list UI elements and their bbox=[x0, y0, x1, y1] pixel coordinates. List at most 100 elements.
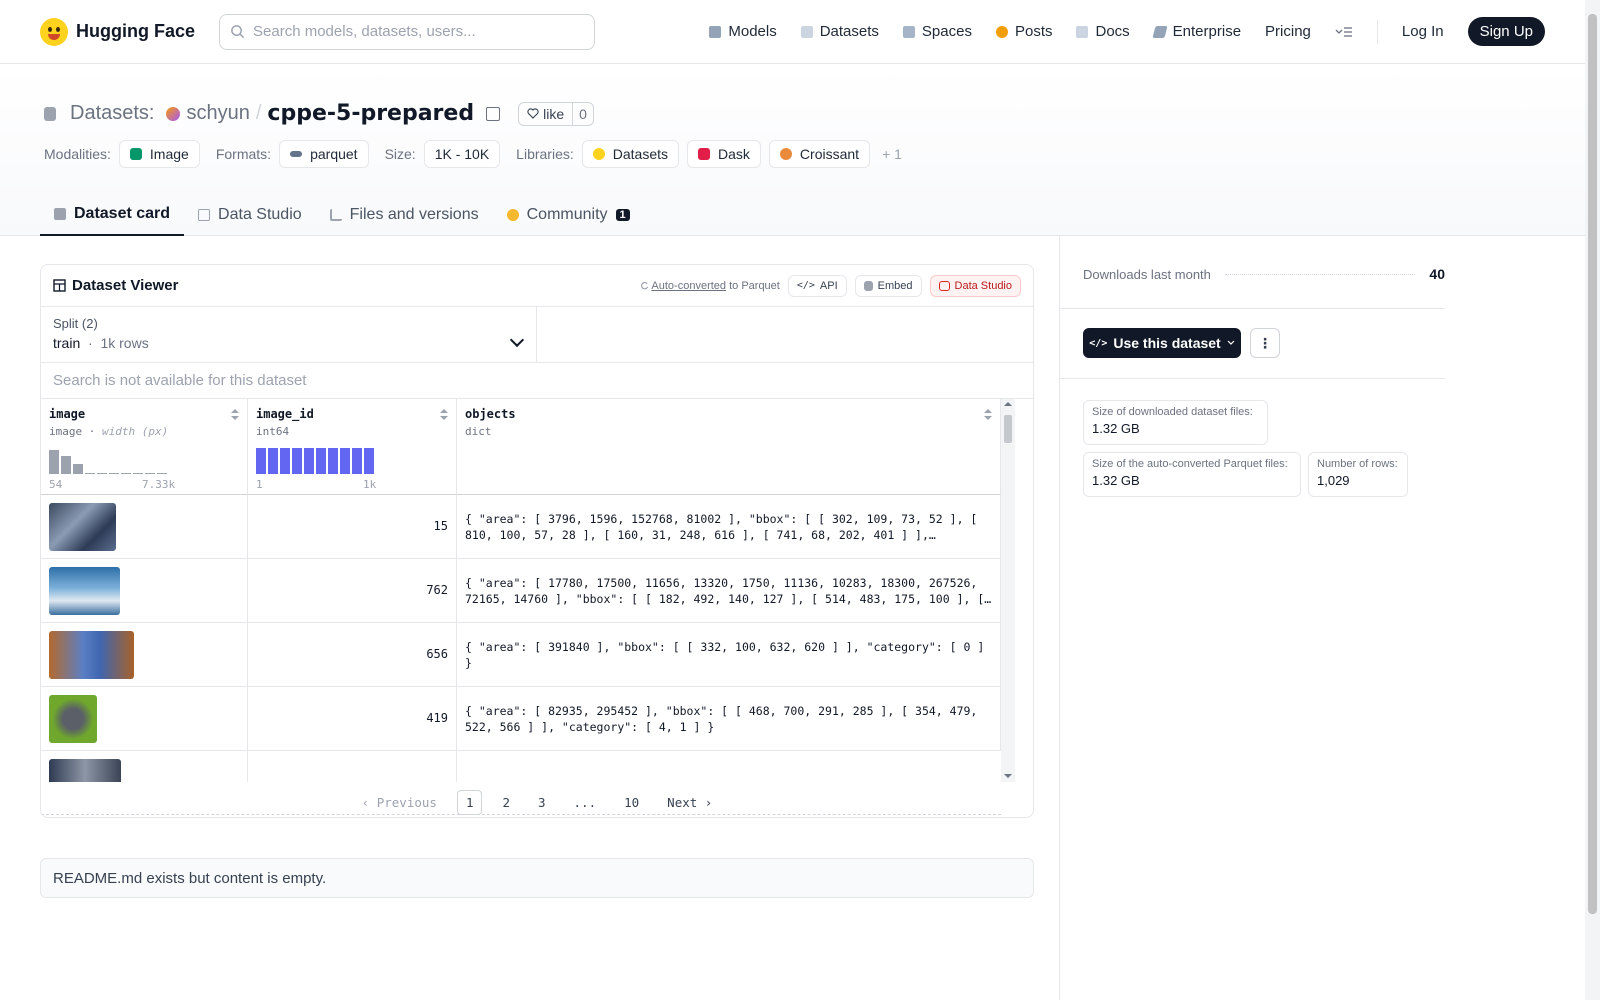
histogram-bar[interactable] bbox=[145, 473, 155, 474]
histogram-bar[interactable] bbox=[280, 448, 290, 474]
community-count-badge: 1 bbox=[615, 209, 630, 221]
next-page-button[interactable]: Next › bbox=[659, 791, 720, 814]
sort-icon[interactable] bbox=[440, 409, 448, 421]
column-name: image bbox=[49, 407, 86, 421]
histogram-bar[interactable] bbox=[109, 473, 119, 474]
downloads-value: 40 bbox=[1429, 266, 1445, 282]
scroll-up-icon[interactable] bbox=[1004, 402, 1012, 406]
split-label: Split (2) bbox=[53, 316, 98, 331]
sort-icon[interactable] bbox=[984, 409, 992, 421]
histogram-bar[interactable] bbox=[133, 473, 143, 474]
histogram-bar[interactable] bbox=[316, 448, 326, 474]
nav-docs[interactable]: Docs bbox=[1076, 23, 1130, 40]
nav-posts[interactable]: Posts bbox=[995, 23, 1052, 40]
tab-files[interactable]: Files and versions bbox=[316, 194, 493, 236]
dataset-name[interactable]: cppe-5-prepared bbox=[267, 101, 474, 126]
histogram-bar[interactable] bbox=[268, 448, 278, 474]
nav-datasets[interactable]: Datasets bbox=[800, 23, 879, 40]
nav-spaces-label: Spaces bbox=[921, 23, 972, 40]
datasets-prefix[interactable]: Datasets: bbox=[70, 102, 154, 125]
row-thumbnail[interactable] bbox=[49, 503, 116, 551]
more-options-icon[interactable]: ⋮ bbox=[1250, 328, 1280, 358]
image-cell[interactable] bbox=[41, 495, 248, 559]
page-button[interactable]: 2 bbox=[494, 791, 518, 814]
table-row[interactable]: 15 { "area": [ 3796, 1596, 152768, 81002… bbox=[41, 495, 1001, 559]
image-cell[interactable] bbox=[41, 623, 248, 687]
column-header-image-id[interactable]: image_id int64 1 1k bbox=[248, 399, 457, 495]
row-thumbnail[interactable] bbox=[49, 631, 134, 679]
column-header-image[interactable]: image image · width (px) 54 7.33k bbox=[41, 399, 248, 495]
histogram-bar[interactable] bbox=[364, 448, 374, 474]
nav-spaces[interactable]: Spaces bbox=[902, 23, 972, 40]
more-libraries[interactable]: + 1 bbox=[882, 146, 902, 162]
scroll-thumb[interactable] bbox=[1004, 415, 1012, 443]
nav-pricing[interactable]: Pricing bbox=[1265, 23, 1311, 40]
pagination: ‹ Previous 1 2 3 ... 10 Next › bbox=[40, 786, 1034, 818]
histogram-bar[interactable] bbox=[97, 473, 107, 474]
histogram-bar[interactable] bbox=[85, 473, 95, 474]
table-row[interactable]: 656 { "area": [ 391840 ], "bbox": [ [ 33… bbox=[41, 623, 1001, 687]
image-cell[interactable] bbox=[41, 559, 248, 623]
page-scrollbar[interactable] bbox=[1585, 0, 1600, 1000]
table-row[interactable]: 419 { "area": [ 82935, 295452 ], "bbox":… bbox=[41, 687, 1001, 751]
copy-icon[interactable] bbox=[486, 106, 501, 121]
owner-link[interactable]: schyun bbox=[186, 102, 249, 125]
histogram-bar[interactable] bbox=[121, 473, 131, 474]
page-button[interactable]: 1 bbox=[456, 789, 483, 815]
tag-format[interactable]: parquet bbox=[279, 140, 369, 168]
nav-models[interactable]: Models bbox=[709, 23, 777, 40]
search-input[interactable]: Search models, datasets, users... bbox=[219, 13, 596, 50]
like-button[interactable]: like 0 bbox=[518, 101, 594, 126]
sort-icon[interactable] bbox=[231, 409, 239, 421]
data-studio-button[interactable]: Data Studio bbox=[929, 274, 1021, 297]
histogram-bar[interactable] bbox=[292, 448, 302, 474]
table-row[interactable]: 762 { "area": [ 17780, 17500, 11656, 133… bbox=[41, 559, 1001, 623]
image-icon bbox=[129, 148, 142, 160]
image-cell[interactable] bbox=[41, 751, 248, 782]
brand-logo[interactable]: Hugging Face bbox=[40, 17, 195, 46]
row-thumbnail[interactable] bbox=[49, 567, 120, 615]
tab-data-studio[interactable]: Data Studio bbox=[184, 194, 316, 236]
sidebar-divider bbox=[1059, 236, 1060, 1000]
page-button[interactable]: 10 bbox=[616, 791, 647, 814]
login-link[interactable]: Log In bbox=[1402, 23, 1444, 40]
nav-enterprise-label: Enterprise bbox=[1172, 23, 1242, 40]
auto-converted-link[interactable]: Auto-converted bbox=[651, 280, 726, 292]
histogram-bar[interactable] bbox=[73, 464, 83, 474]
histogram-bar[interactable] bbox=[157, 473, 167, 474]
nav-enterprise[interactable]: Enterprise bbox=[1152, 23, 1242, 40]
tab-community[interactable]: Community 1 bbox=[493, 194, 644, 236]
row-thumbnail[interactable] bbox=[49, 695, 97, 743]
histogram-bar[interactable] bbox=[328, 448, 338, 474]
tag-library-croissant[interactable]: Croissant bbox=[768, 140, 871, 168]
tag-library-dask[interactable]: Dask bbox=[687, 140, 761, 168]
histogram-bar[interactable] bbox=[61, 456, 71, 474]
repo-tabs: Dataset card Data Studio Files and versi… bbox=[40, 194, 644, 236]
image-cell[interactable] bbox=[41, 687, 248, 751]
size-label: Size: bbox=[384, 146, 416, 162]
histogram-max: 7.33k bbox=[142, 478, 176, 491]
tag-modality[interactable]: Image bbox=[118, 140, 200, 168]
tag-library-datasets[interactable]: Datasets bbox=[581, 140, 680, 168]
histogram-bar[interactable] bbox=[256, 448, 266, 474]
tab-dataset-card[interactable]: Dataset card bbox=[40, 194, 185, 236]
histogram-bar[interactable] bbox=[352, 448, 362, 474]
column-header-objects[interactable]: objects dict bbox=[457, 399, 1001, 495]
scroll-down-icon[interactable] bbox=[1004, 774, 1012, 778]
histogram-bar[interactable] bbox=[304, 448, 314, 474]
use-dataset-button[interactable]: </> Use this dataset bbox=[1083, 328, 1241, 358]
table-scrollbar[interactable] bbox=[1001, 399, 1015, 782]
previous-page-button[interactable]: ‹ Previous bbox=[354, 791, 445, 814]
signup-button[interactable]: Sign Up bbox=[1467, 17, 1545, 46]
page-scroll-thumb[interactable] bbox=[1588, 14, 1597, 914]
histogram-bar[interactable] bbox=[49, 450, 59, 474]
more-menu-icon[interactable] bbox=[1335, 26, 1353, 38]
tag-size[interactable]: 1K - 10K bbox=[423, 140, 501, 168]
histogram-bar[interactable] bbox=[340, 448, 350, 474]
split-dropdown[interactable]: Split (2) train · 1k rows bbox=[41, 307, 537, 362]
nav-docs-label: Docs bbox=[1095, 23, 1130, 40]
embed-button[interactable]: Embed bbox=[854, 274, 922, 297]
page-button[interactable]: 3 bbox=[530, 791, 554, 814]
api-button[interactable]: </> API bbox=[787, 274, 847, 297]
row-thumbnail[interactable] bbox=[49, 759, 121, 782]
